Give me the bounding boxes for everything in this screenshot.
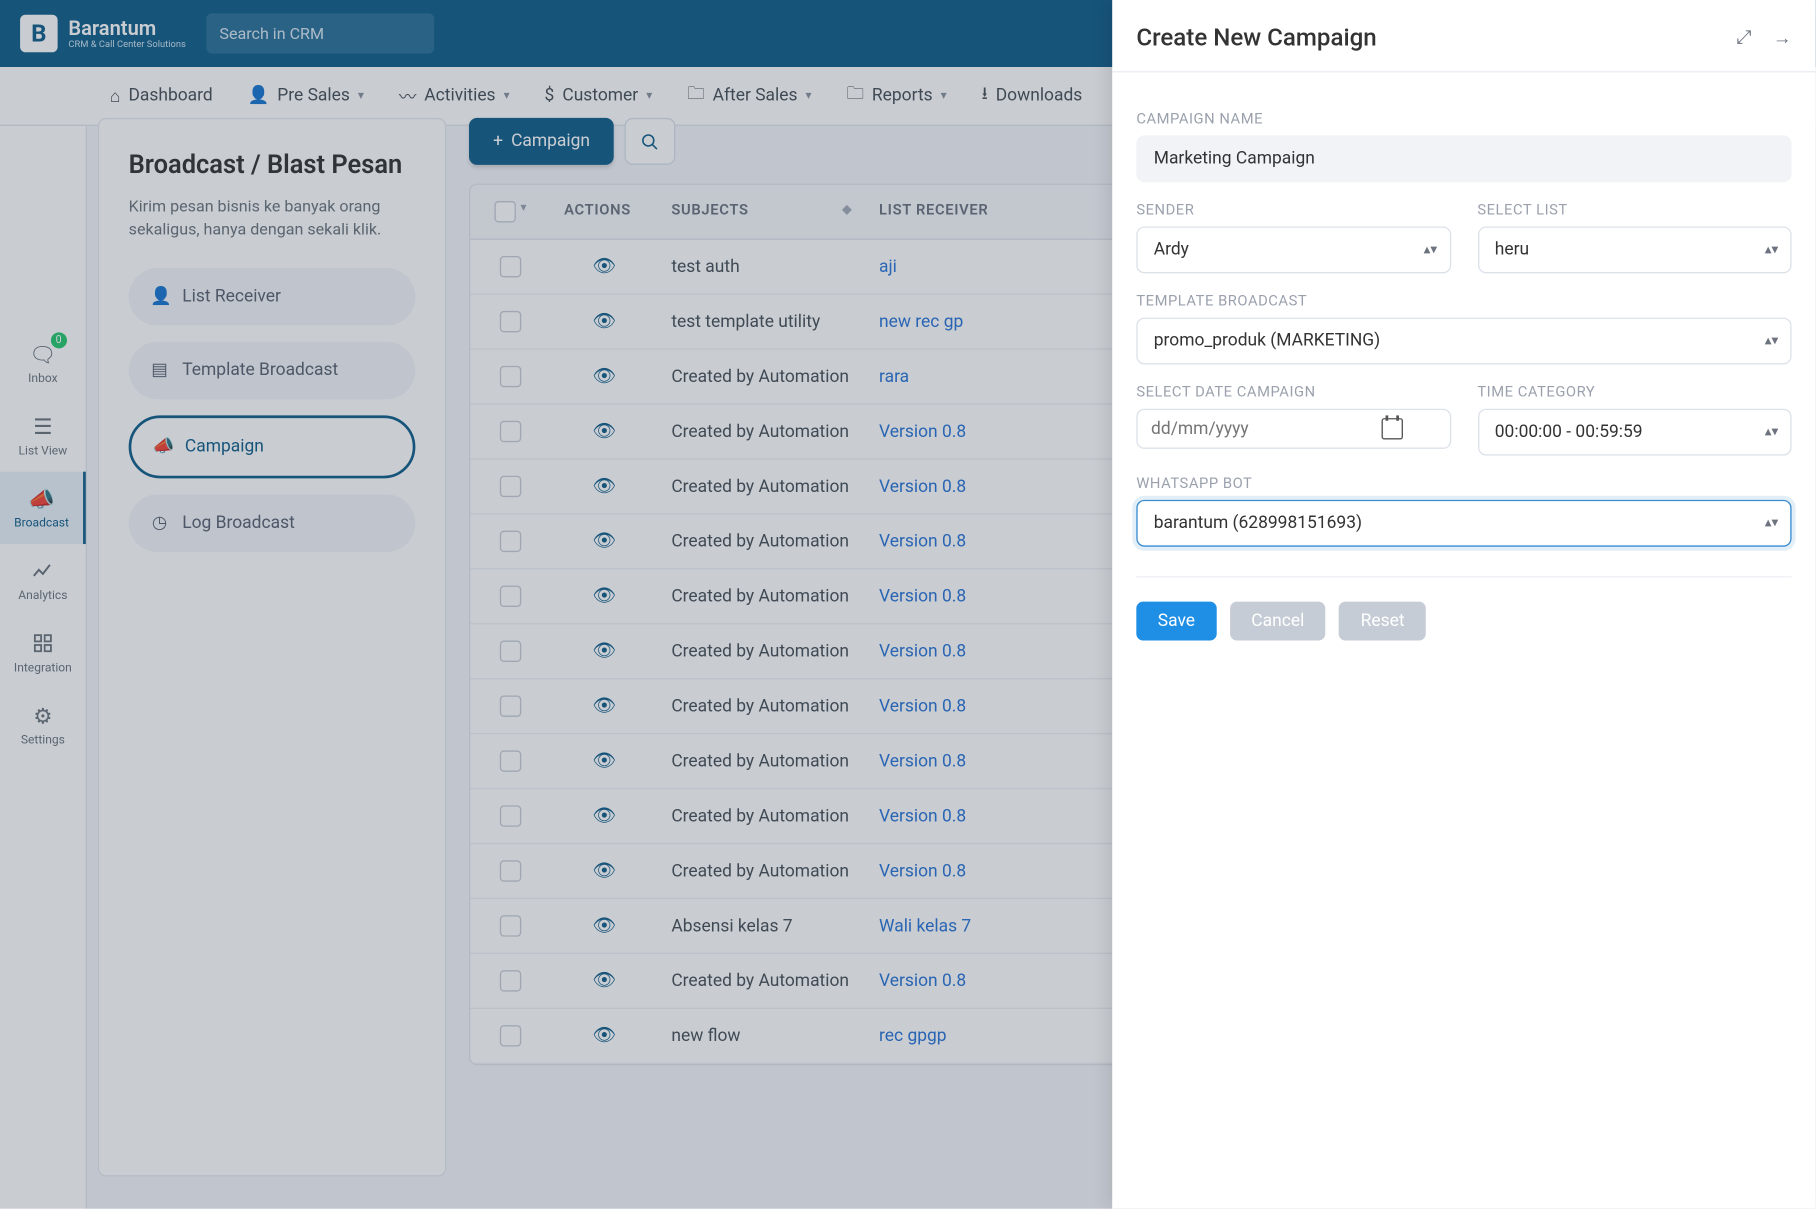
save-button[interactable]: Save	[1136, 602, 1216, 641]
date-field[interactable]	[1151, 419, 1373, 439]
drawer-title: Create New Campaign	[1136, 24, 1376, 52]
date-input[interactable]	[1136, 409, 1450, 449]
select-caret-icon: ▴▾	[1765, 519, 1778, 527]
template-select[interactable]	[1136, 318, 1791, 365]
expand-icon[interactable]: ⤢	[1736, 27, 1751, 50]
label-select-list: SELECT LIST	[1477, 201, 1791, 218]
label-sender: SENDER	[1136, 201, 1450, 218]
select-caret-icon: ▴▾	[1765, 246, 1778, 254]
whatsapp-bot-select[interactable]	[1136, 500, 1791, 547]
cancel-button[interactable]: Cancel	[1230, 602, 1326, 641]
reset-button[interactable]: Reset	[1339, 602, 1426, 641]
label-template: TEMPLATE BROADCAST	[1136, 292, 1791, 309]
label-time: TIME CATEGORY	[1477, 383, 1791, 400]
time-select[interactable]	[1477, 409, 1791, 456]
select-list-select[interactable]	[1477, 226, 1791, 273]
arrow-right-icon[interactable]: →	[1773, 27, 1792, 50]
drawer-body: CAMPAIGN NAME SENDER ▴▾ SELECT LIST ▴▾	[1112, 72, 1816, 659]
select-caret-icon: ▴▾	[1424, 246, 1437, 254]
sender-select[interactable]	[1136, 226, 1450, 273]
calendar-icon	[1382, 418, 1403, 439]
label-date: SELECT DATE CAMPAIGN	[1136, 383, 1450, 400]
create-campaign-drawer: Create New Campaign ⤢ → CAMPAIGN NAME SE…	[1112, 0, 1816, 1209]
campaign-name-input[interactable]	[1136, 135, 1791, 182]
label-campaign-name: CAMPAIGN NAME	[1136, 110, 1791, 127]
select-caret-icon: ▴▾	[1765, 428, 1778, 436]
select-caret-icon: ▴▾	[1765, 337, 1778, 345]
drawer-actions: Save Cancel Reset	[1136, 576, 1791, 640]
drawer-header: Create New Campaign ⤢ →	[1112, 0, 1816, 72]
label-bot: WHATSAPP BOT	[1136, 474, 1791, 491]
